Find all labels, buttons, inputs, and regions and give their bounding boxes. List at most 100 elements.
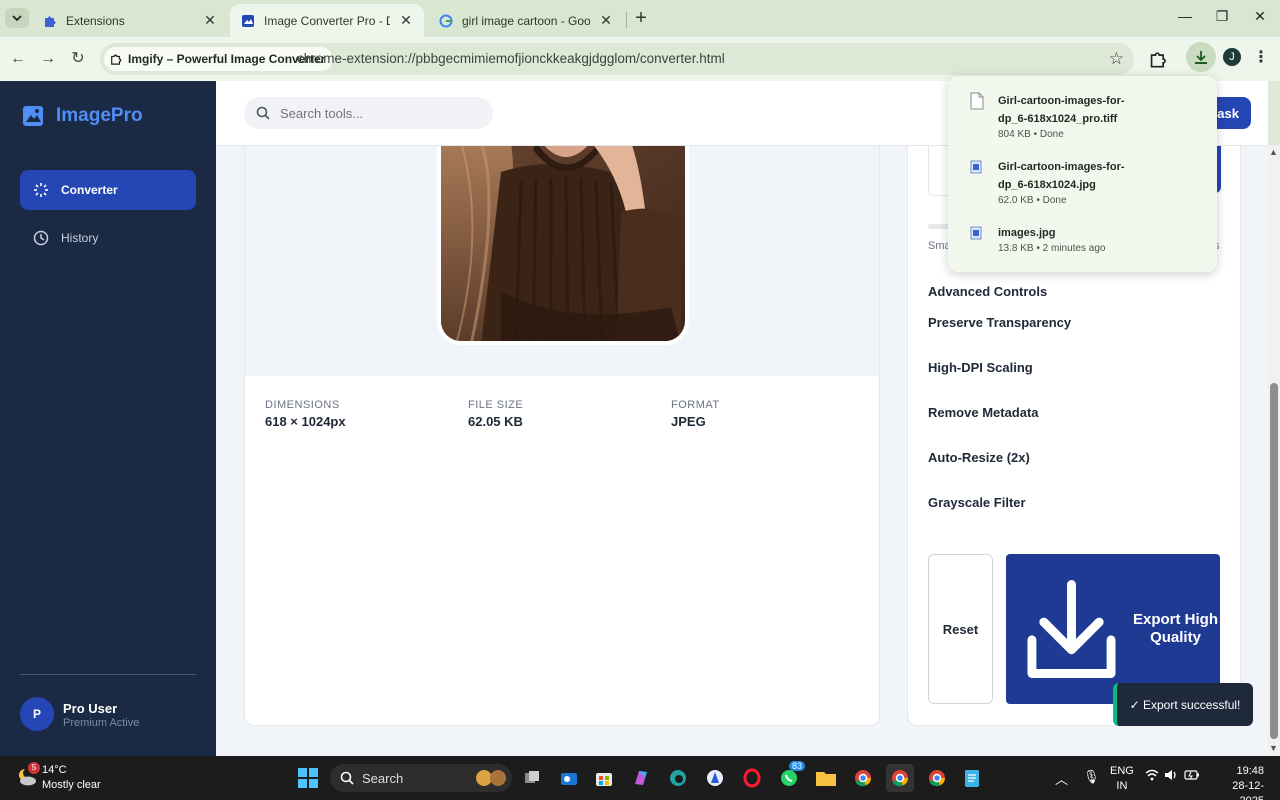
reset-button[interactable]: Reset	[928, 554, 993, 704]
option-remove-metadata[interactable]: Remove Metadata	[928, 405, 1039, 420]
export-button-label: Export High Quality	[1132, 611, 1218, 646]
battery-icon[interactable]	[1184, 769, 1200, 784]
tab-title: Image Converter Pro - Dashboard	[264, 13, 390, 28]
download-filename: images.jpg	[998, 227, 1056, 239]
browser-toolbar: ← → ↻ Imgify – Powerful Image Converter …	[0, 37, 1280, 81]
edge-icon[interactable]	[664, 764, 692, 792]
download-status: 804 KB • Done	[998, 129, 1064, 140]
close-icon[interactable]: ✕	[398, 12, 414, 29]
meta-label: FILE SIZE	[468, 399, 524, 411]
download-item[interactable]: images.jpg 13.8 KB • 2 minutes ago	[970, 224, 1205, 254]
start-button[interactable]	[294, 764, 322, 792]
wifi-icon[interactable]	[1145, 769, 1159, 784]
close-window-button[interactable]: ✕	[1245, 8, 1275, 28]
download-icon	[1027, 580, 1116, 678]
tab-search-button[interactable]	[5, 8, 29, 28]
reload-button[interactable]: ↻	[67, 48, 89, 70]
option-grayscale-filter[interactable]: Grayscale Filter	[928, 495, 1026, 510]
volume-icon[interactable]	[1164, 769, 1178, 784]
option-preserve-transparency[interactable]: Preserve Transparency	[928, 315, 1071, 330]
tray-chevron-icon[interactable]: ︿	[1055, 769, 1068, 788]
uploaded-image-preview	[437, 146, 689, 345]
windows-taskbar: 5 14°C Mostly clear Search 83 ︿ 🎙 ENG IN…	[0, 756, 1280, 800]
download-status: 13.8 KB • 2 minutes ago	[998, 243, 1106, 254]
scrollbar-thumb[interactable]	[1270, 383, 1278, 739]
google-icon	[438, 13, 454, 29]
system-clock[interactable]: 19:48 28-12-2025	[1212, 764, 1264, 800]
scroll-up-icon[interactable]: ▲	[1269, 147, 1278, 157]
notification-badge: 83	[789, 761, 806, 771]
export-button[interactable]: Export High Quality	[1006, 554, 1220, 704]
sidebar-item-converter[interactable]: Converter	[20, 170, 196, 210]
language-code: ENG	[1110, 765, 1134, 777]
meta-label: DIMENSIONS	[265, 399, 340, 411]
meta-value: 62.05 KB	[468, 414, 523, 429]
downloads-button[interactable]	[1186, 42, 1216, 72]
tab-google-search[interactable]: girl image cartoon - Google Search ✕	[428, 4, 624, 37]
chrome-profile-icon[interactable]	[923, 764, 951, 792]
clock-date: 28-12-2025	[1232, 780, 1264, 800]
clock-time: 19:48	[1236, 765, 1264, 777]
sidebar-item-history[interactable]: History	[20, 218, 196, 258]
opera-icon[interactable]	[738, 764, 766, 792]
search-highlight-icon	[476, 770, 506, 786]
page-scrollbar[interactable]: ▲ ▼	[1268, 145, 1280, 756]
file-icon	[970, 92, 984, 110]
download-item[interactable]: Girl-cartoon-images-for-dp_6-618x1024_pr…	[970, 92, 1205, 140]
search-box[interactable]	[244, 97, 493, 129]
option-high-dpi-scaling[interactable]: High-DPI Scaling	[928, 360, 1033, 375]
close-icon[interactable]: ✕	[598, 12, 614, 29]
bookmark-star-icon[interactable]: ☆	[1109, 49, 1124, 69]
meta-value: 618 × 1024px	[265, 414, 346, 429]
file-explorer-icon[interactable]	[812, 764, 840, 792]
forward-button[interactable]: →	[37, 48, 59, 70]
downloads-popup: Girl-cartoon-images-for-dp_6-618x1024_pr…	[948, 76, 1217, 272]
taskbar-search[interactable]: Search	[330, 764, 512, 792]
download-icon	[1195, 51, 1207, 64]
brand: ImagePro	[22, 105, 143, 127]
scroll-down-icon[interactable]: ▼	[1269, 743, 1278, 753]
download-filename: Girl-cartoon-images-for-dp_6-618x1024_pr…	[998, 95, 1125, 125]
notepad-icon[interactable]	[958, 764, 986, 792]
profile-avatar[interactable]: J	[1223, 48, 1241, 66]
new-tab-button[interactable]: +	[630, 8, 652, 30]
brand-name: ImagePro	[56, 105, 143, 126]
download-item[interactable]: Girl-cartoon-images-for-dp_6-618x1024.jp…	[970, 158, 1205, 206]
microphone-icon[interactable]: 🎙	[1083, 769, 1100, 785]
user-name: Pro User	[63, 701, 118, 716]
app-icon[interactable]	[701, 764, 729, 792]
app-sidebar: ImagePro Converter History P Pro User Pr…	[0, 81, 216, 756]
minimize-button[interactable]: —	[1170, 8, 1200, 28]
close-icon[interactable]: ✕	[202, 12, 218, 29]
search-input[interactable]	[280, 105, 480, 121]
whatsapp-icon[interactable]: 83	[775, 761, 806, 792]
export-success-toast: ✓ Export successful!	[1113, 683, 1253, 726]
store-icon[interactable]	[590, 764, 618, 792]
option-auto-resize[interactable]: Auto-Resize (2x)	[928, 450, 1030, 465]
image-file-icon	[970, 226, 982, 240]
chrome-icon[interactable]	[849, 764, 877, 792]
tab-extensions[interactable]: Extensions ✕	[32, 4, 228, 37]
avatar[interactable]: P	[20, 697, 54, 731]
weather-condition: Mostly clear	[42, 779, 101, 791]
address-bar[interactable]: Imgify – Powerful Image Converter chrome…	[100, 43, 1134, 75]
image-preview-card: DIMENSIONS 618 × 1024px FILE SIZE 62.05 …	[244, 146, 880, 726]
language-indicator[interactable]: ENG IN	[1110, 764, 1134, 794]
copilot-icon[interactable]	[627, 764, 655, 792]
tab-image-converter[interactable]: Image Converter Pro - Dashboard ✕	[230, 4, 424, 37]
extensions-icon[interactable]	[1146, 47, 1170, 71]
meta-format: FORMAT JPEG	[671, 399, 720, 429]
chrome-profile-icon[interactable]	[886, 764, 914, 792]
back-button[interactable]: ←	[7, 48, 29, 70]
task-view-icon[interactable]	[518, 764, 546, 792]
outlook-icon[interactable]	[555, 764, 583, 792]
browser-menu-icon[interactable]: ⋮	[1253, 47, 1269, 67]
search-icon	[340, 771, 354, 785]
sidebar-item-label: Converter	[61, 183, 118, 197]
site-chip-label: Imgify – Powerful Image Converter	[128, 52, 326, 66]
chevron-down-icon	[12, 15, 22, 22]
search-icon	[256, 106, 270, 120]
restore-button[interactable]: ❐	[1207, 8, 1237, 28]
clock-icon	[33, 230, 49, 246]
image-file-icon	[970, 160, 982, 174]
